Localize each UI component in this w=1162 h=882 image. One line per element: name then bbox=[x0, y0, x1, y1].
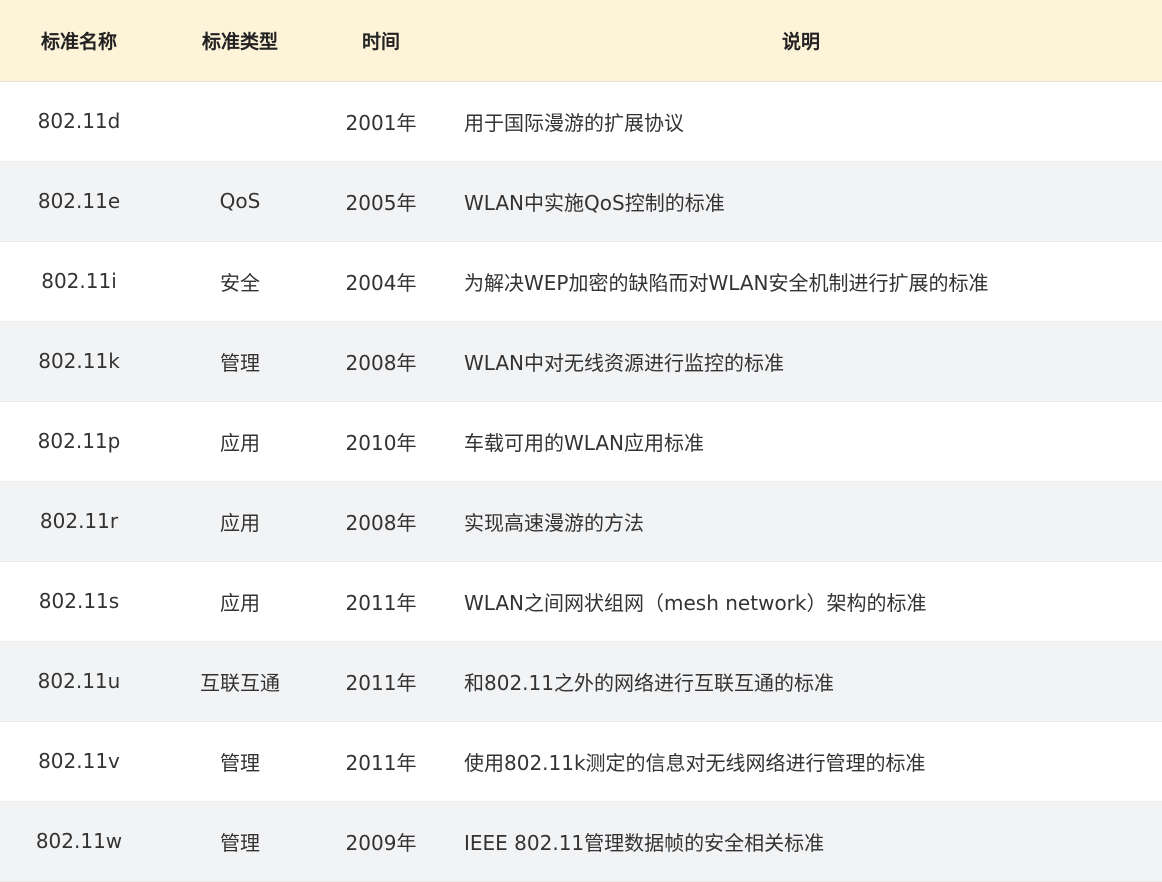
table-row: 802.11v 管理 2011年 使用802.11k测定的信息对无线网络进行管理的标准 bbox=[0, 721, 1162, 802]
cell-description: WLAN之间网状组网（mesh network）架构的标准 bbox=[440, 561, 1162, 642]
header-row: 标准名称 标准类型 时间 说明 bbox=[0, 0, 1162, 82]
cell-standard-name: 802.11u bbox=[0, 641, 158, 722]
cell-description: 车载可用的WLAN应用标准 bbox=[440, 401, 1162, 482]
table-header: 标准名称 标准类型 时间 说明 bbox=[0, 0, 1162, 82]
table-row: 802.11p 应用 2010年 车载可用的WLAN应用标准 bbox=[0, 401, 1162, 482]
wlan-standards-table: 标准名称 标准类型 时间 说明 802.11d 2001年 用于国际漫游的扩展协议 8… bbox=[0, 0, 1162, 882]
header-description: 说明 bbox=[440, 0, 1162, 82]
cell-time: 2011年 bbox=[322, 641, 440, 722]
cell-description: WLAN中实施QoS控制的标准 bbox=[440, 161, 1162, 242]
cell-standard-name: 802.11p bbox=[0, 401, 158, 482]
header-time: 时间 bbox=[322, 0, 440, 82]
cell-standard-name: 802.11e bbox=[0, 161, 158, 242]
cell-standard-type: 管理 bbox=[158, 321, 322, 402]
table-body: 802.11d 2001年 用于国际漫游的扩展协议 802.11e QoS 2005年 WL… bbox=[0, 81, 1162, 882]
cell-standard-type: 安全 bbox=[158, 241, 322, 322]
table-row: 802.11s 应用 2011年 WLAN之间网状组网（mesh network）架构… bbox=[0, 561, 1162, 642]
table-row: 802.11i 安全 2004年 为解决WEP加密的缺陷而对WLAN安全机制进行扩展的… bbox=[0, 241, 1162, 322]
cell-time: 2008年 bbox=[322, 321, 440, 402]
header-standard-name: 标准名称 bbox=[0, 0, 158, 82]
cell-standard-name: 802.11v bbox=[0, 721, 158, 802]
cell-time: 2011年 bbox=[322, 561, 440, 642]
cell-description: 实现高速漫游的方法 bbox=[440, 481, 1162, 562]
cell-standard-name: 802.11d bbox=[0, 81, 158, 162]
cell-standard-type: QoS bbox=[158, 161, 322, 242]
cell-standard-name: 802.11k bbox=[0, 321, 158, 402]
cell-standard-type: 互联互通 bbox=[158, 641, 322, 722]
cell-standard-name: 802.11s bbox=[0, 561, 158, 642]
cell-standard-name: 802.11i bbox=[0, 241, 158, 322]
table-row: 802.11k 管理 2008年 WLAN中对无线资源进行监控的标准 bbox=[0, 321, 1162, 402]
cell-time: 2008年 bbox=[322, 481, 440, 562]
table-row: 802.11r 应用 2008年 实现高速漫游的方法 bbox=[0, 481, 1162, 562]
cell-time: 2011年 bbox=[322, 721, 440, 802]
cell-standard-name: 802.11r bbox=[0, 481, 158, 562]
table-row: 802.11e QoS 2005年 WLAN中实施QoS控制的标准 bbox=[0, 161, 1162, 242]
cell-standard-type: 管理 bbox=[158, 801, 322, 882]
cell-standard-type: 应用 bbox=[158, 481, 322, 562]
table-row: 802.11u 互联互通 2011年 和802.11之外的网络进行互联互通的标准 bbox=[0, 641, 1162, 722]
cell-time: 2005年 bbox=[322, 161, 440, 242]
cell-description: 使用802.11k测定的信息对无线网络进行管理的标准 bbox=[440, 721, 1162, 802]
cell-description: IEEE 802.11管理数据帧的安全相关标准 bbox=[440, 801, 1162, 882]
header-standard-type: 标准类型 bbox=[158, 0, 322, 82]
cell-time: 2001年 bbox=[322, 81, 440, 162]
cell-standard-name: 802.11w bbox=[0, 801, 158, 882]
cell-time: 2004年 bbox=[322, 241, 440, 322]
cell-standard-type: 管理 bbox=[158, 721, 322, 802]
table-row: 802.11w 管理 2009年 IEEE 802.11管理数据帧的安全相关标准 bbox=[0, 801, 1162, 882]
cell-time: 2009年 bbox=[322, 801, 440, 882]
cell-standard-type: 应用 bbox=[158, 401, 322, 482]
cell-description: 为解决WEP加密的缺陷而对WLAN安全机制进行扩展的标准 bbox=[440, 241, 1162, 322]
cell-standard-type bbox=[158, 81, 322, 162]
cell-description: WLAN中对无线资源进行监控的标准 bbox=[440, 321, 1162, 402]
cell-description: 用于国际漫游的扩展协议 bbox=[440, 81, 1162, 162]
table-row: 802.11d 2001年 用于国际漫游的扩展协议 bbox=[0, 81, 1162, 162]
cell-standard-type: 应用 bbox=[158, 561, 322, 642]
cell-description: 和802.11之外的网络进行互联互通的标准 bbox=[440, 641, 1162, 722]
cell-time: 2010年 bbox=[322, 401, 440, 482]
